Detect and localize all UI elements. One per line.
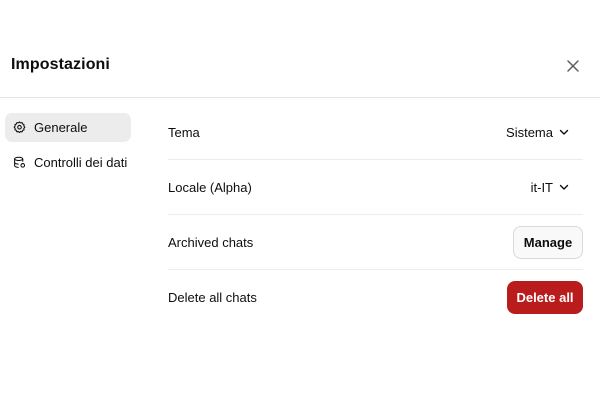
sidebar-item-label: Generale bbox=[34, 120, 88, 135]
delete-all-row: Delete all chats Delete all bbox=[168, 270, 583, 325]
locale-value: it-IT bbox=[530, 179, 553, 195]
locale-row: Locale (Alpha) it-IT bbox=[168, 160, 583, 215]
sidebar-item-controlli-dati[interactable]: Controlli dei dati bbox=[5, 148, 131, 177]
sidebar-item-label: Controlli dei dati bbox=[34, 155, 128, 170]
theme-label: Tema bbox=[168, 124, 200, 140]
chevron-down-icon bbox=[559, 127, 569, 137]
archived-chats-row: Archived chats Manage bbox=[168, 215, 583, 270]
locale-select[interactable]: it-IT bbox=[531, 180, 583, 195]
archived-chats-label: Archived chats bbox=[168, 234, 254, 250]
chevron-down-icon bbox=[559, 182, 569, 192]
manage-button[interactable]: Manage bbox=[513, 225, 583, 259]
settings-sidebar: Generale Controlli dei dati bbox=[5, 113, 131, 183]
dialog-title: Impostazioni bbox=[11, 56, 110, 73]
theme-row: Tema Sistema bbox=[168, 105, 583, 160]
close-button[interactable] bbox=[562, 55, 584, 77]
delete-all-button[interactable]: Delete all bbox=[507, 281, 583, 314]
locale-label: Locale (Alpha) bbox=[168, 179, 252, 195]
sidebar-item-generale[interactable]: Generale bbox=[5, 113, 131, 142]
dialog-header: Impostazioni bbox=[0, 0, 600, 98]
theme-value: Sistema bbox=[506, 124, 553, 140]
gear-icon bbox=[13, 121, 26, 134]
settings-panel: Tema Sistema Locale (Alpha) it-IT Archiv… bbox=[168, 105, 583, 325]
theme-select[interactable]: Sistema bbox=[506, 125, 583, 140]
settings-dialog: Impostazioni Generale Controlli dei dati… bbox=[0, 0, 600, 400]
delete-all-label: Delete all chats bbox=[168, 290, 257, 305]
database-settings-icon bbox=[13, 156, 26, 169]
close-icon bbox=[567, 60, 579, 72]
